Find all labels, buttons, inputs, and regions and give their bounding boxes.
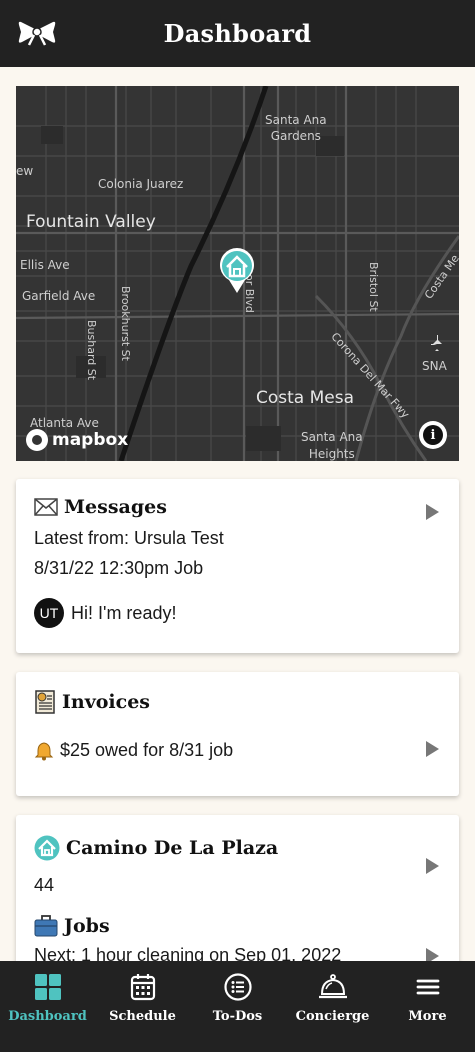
tab-label-dashboard: Dashboard [8, 1009, 87, 1024]
jobs-title: Jobs [64, 915, 110, 937]
map-label-atlanta-ave: Atlanta Ave [30, 416, 99, 430]
bell-icon [34, 741, 54, 760]
envelope-icon [34, 498, 58, 516]
map-label-colonia-juarez: Colonia Juarez [98, 177, 184, 191]
next-job: Next: 1 hour cleaning on Sep 01, 2022 [34, 945, 342, 961]
messages-card-title: Messages [34, 496, 167, 518]
list-icon [223, 973, 252, 1001]
map-label-brookhurst-st: Brookhurst St [119, 286, 132, 361]
invoice-item[interactable]: $25 owed for 8/31 job [34, 740, 233, 761]
service-bell-icon [318, 974, 347, 999]
invoice-owed: $25 owed for 8/31 job [60, 740, 234, 760]
bow-icon[interactable] [18, 20, 56, 46]
tab-label-more: More [408, 1009, 447, 1024]
messages-title: Messages [64, 496, 167, 518]
invoices-card[interactable]: Invoices $25 owed for 8/31 job [16, 672, 459, 796]
property-arrow-icon[interactable] [426, 858, 439, 874]
map-label-ellis-ave: Ellis Ave [20, 258, 70, 272]
tab-label-schedule: Schedule [109, 1009, 176, 1024]
bottom-tab-bar: Dashboard Schedule To-Dos Concierge More [0, 961, 475, 1052]
invoices-card-title: Invoices [34, 690, 150, 714]
mapbox-logo-icon [26, 429, 48, 451]
mapbox-label: mapbox [52, 430, 129, 450]
grid-icon [34, 974, 61, 1000]
property-title: Camino De La Plaza [66, 837, 279, 859]
tab-schedule[interactable]: Schedule [95, 961, 190, 1052]
map-info-button[interactable]: i [419, 421, 447, 449]
info-icon: i [423, 425, 443, 445]
tab-more[interactable]: More [380, 961, 475, 1052]
messages-date: 8/31/22 12:30pm Job [34, 558, 204, 578]
messages-preview: Hi! I'm ready! [71, 603, 177, 623]
messages-latest: Latest from: Ursula Test [34, 528, 224, 548]
tab-todos[interactable]: To-Dos [190, 961, 285, 1052]
property-number: 44 [34, 875, 55, 895]
map-label-garfield-ave: Garfield Ave [22, 289, 96, 303]
map-label-santa-ana-heights: Santa Ana Heights [301, 430, 363, 461]
page-title: Dashboard [163, 19, 312, 48]
map-label-santa-ana-gardens: Santa Ana Gardens [265, 113, 327, 143]
invoice-arrow-icon[interactable] [426, 741, 439, 757]
map-label-costa-mesa: Costa Mesa [256, 388, 355, 408]
tab-dashboard[interactable]: Dashboard [0, 961, 95, 1052]
avatar: UT [34, 598, 64, 628]
tab-label-concierge: Concierge [295, 1009, 370, 1024]
briefcase-icon [34, 915, 58, 937]
receipt-icon [35, 690, 55, 714]
tab-label-todos: To-Dos [212, 1009, 263, 1024]
map-view[interactable]: Santa Ana Gardens ew Colonia Juarez Foun… [16, 86, 459, 461]
map-label-fountain-valley: Fountain Valley [26, 212, 156, 232]
map-label-bushard-st: Bushard St [85, 320, 98, 381]
calendar-icon [130, 974, 155, 1001]
messages-card[interactable]: Messages Latest from: Ursula Test 8/31/2… [16, 479, 459, 653]
jobs-arrow-icon[interactable] [426, 948, 439, 961]
tab-concierge[interactable]: Concierge [285, 961, 380, 1052]
property-card-title: Camino De La Plaza [34, 835, 278, 861]
home-pin-icon [220, 248, 254, 293]
messages-arrow-icon[interactable] [426, 504, 439, 520]
dashboard-content[interactable]: Santa Ana Gardens ew Colonia Juarez Foun… [0, 67, 475, 961]
home-icon [34, 835, 60, 861]
menu-icon [416, 979, 439, 995]
invoices-title: Invoices [62, 691, 150, 713]
property-card[interactable]: Camino De La Plaza 44 Jobs Next: 1 hour … [16, 815, 459, 961]
map-label-bristol-st: Bristol St [367, 262, 380, 312]
jobs-title-row: Jobs [34, 915, 110, 937]
map-label-ew: ew [16, 164, 34, 178]
app-header: Dashboard [0, 0, 475, 67]
mapbox-attribution[interactable]: mapbox [26, 429, 128, 451]
map-label-sna: SNA [422, 359, 447, 373]
